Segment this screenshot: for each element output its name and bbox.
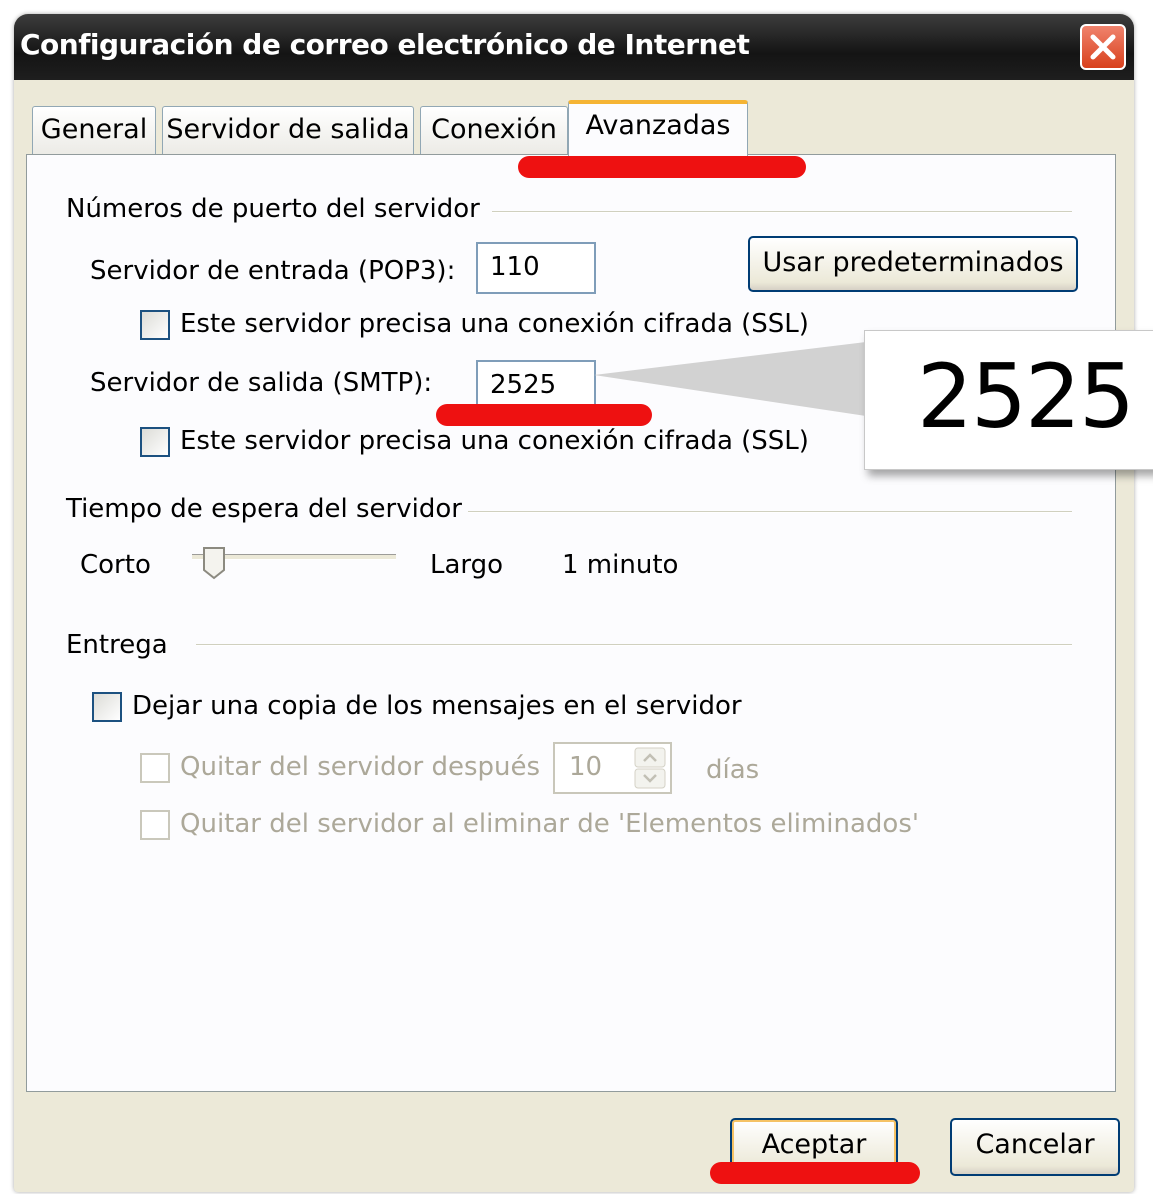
- window-title: Configuración de correo electrónico de I…: [20, 28, 750, 61]
- timeout-long-label: Largo: [430, 550, 504, 580]
- dialog-window: Configuración de correo electrónico de I…: [14, 14, 1134, 1192]
- close-icon: [1090, 34, 1116, 60]
- remove-deleted-label: Quitar del servidor al eliminar de 'Elem…: [180, 809, 920, 839]
- leave-copy-label: Dejar una copia de los mensajes en el se…: [132, 691, 742, 721]
- tab-servidor-de-salida[interactable]: Servidor de salida: [162, 106, 414, 154]
- tab-avanzadas[interactable]: Avanzadas: [568, 100, 748, 156]
- incoming-port-input[interactable]: 110: [476, 242, 596, 294]
- leave-copy-checkbox[interactable]: [92, 692, 122, 722]
- days-label: días: [706, 755, 760, 785]
- timeout-section-title: Tiempo de espera del servidor: [66, 494, 462, 524]
- ssl-outgoing-label: Este servidor precisa una conexión cifra…: [180, 426, 809, 456]
- cancel-button[interactable]: Cancelar: [950, 1118, 1120, 1176]
- delivery-separator: [196, 644, 1072, 646]
- tab-conexion[interactable]: Conexión: [420, 106, 568, 154]
- timeout-value-text: 1 minuto: [562, 550, 679, 580]
- ports-section-title: Números de puerto del servidor: [66, 194, 480, 224]
- remove-after-label: Quitar del servidor después: [180, 752, 541, 782]
- tab-panel: [26, 154, 1116, 1092]
- highlight-underline-smtp: [436, 404, 652, 426]
- close-button[interactable]: [1080, 24, 1126, 70]
- incoming-server-label: Servidor de entrada (POP3):: [90, 256, 456, 286]
- delivery-section-title: Entrega: [66, 630, 168, 660]
- remove-after-checkbox[interactable]: [140, 753, 170, 783]
- days-value: 10: [569, 752, 603, 782]
- days-spinner[interactable]: 10: [553, 742, 672, 794]
- remove-deleted-checkbox[interactable]: [140, 810, 170, 840]
- timeout-short-label: Corto: [80, 550, 151, 580]
- highlight-underline-ok: [710, 1162, 920, 1184]
- outgoing-server-label: Servidor de salida (SMTP):: [90, 368, 433, 398]
- tab-general[interactable]: General: [32, 106, 156, 154]
- highlight-underline-tab: [518, 156, 806, 178]
- callout-box: 2525: [864, 330, 1153, 470]
- spinner-arrows-icon[interactable]: [634, 747, 666, 789]
- use-defaults-button[interactable]: Usar predeterminados: [748, 236, 1078, 292]
- ssl-outgoing-checkbox[interactable]: [140, 427, 170, 457]
- callout-text: 2525: [917, 345, 1135, 448]
- ports-separator: [492, 211, 1072, 213]
- title-bar[interactable]: Configuración de correo electrónico de I…: [14, 14, 1134, 80]
- timeout-slider-thumb[interactable]: [202, 546, 226, 580]
- ssl-incoming-checkbox[interactable]: [140, 310, 170, 340]
- timeout-separator: [468, 511, 1072, 513]
